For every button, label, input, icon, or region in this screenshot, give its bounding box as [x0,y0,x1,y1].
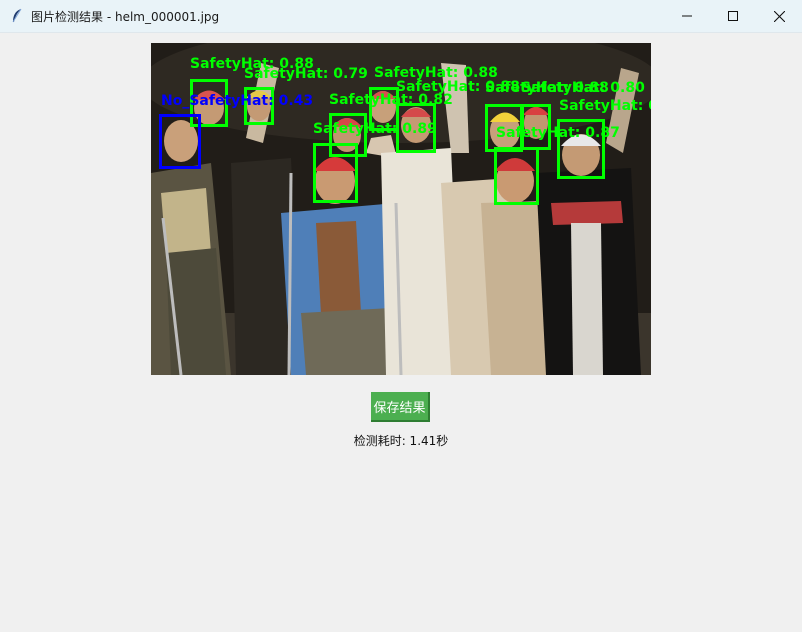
detection-label: SafetyHat: 0.87 [496,125,620,141]
detection-box [159,114,201,169]
close-button[interactable] [756,0,802,32]
save-result-button[interactable]: 保存结果 [371,392,430,422]
close-icon [773,10,785,22]
detection-label: SafetyHat: 0.89 [313,121,437,137]
maximize-button[interactable] [710,0,756,32]
detection-result-image: SafetyHat: 0.88 SafetyHat: 0.79 SafetyHa… [151,43,651,375]
detection-label: SafetyHat: 0.88 [559,98,651,114]
window-title: 图片检测结果 - helm_000001.jpg [31,10,220,24]
detection-label: SafetyHat: 0.79 [244,66,368,82]
detection-box [494,147,539,205]
title-bar: 图片检测结果 - helm_000001.jpg [0,0,802,33]
detection-box [313,143,358,203]
detection-label: SafetyHat: 0.80 [521,80,645,96]
detection-label: SafetyHat: 0.82 [329,92,453,108]
detection-time-label: 检测耗时: 1.41秒 [353,434,449,448]
minimize-icon [682,15,692,17]
maximize-icon [728,11,738,21]
detection-label: SafetyHat: 0.88 [374,65,498,81]
minimize-button[interactable] [664,0,710,32]
detection-label: No_SafetyHat: 0.43 [161,93,314,109]
feather-icon [10,8,24,24]
